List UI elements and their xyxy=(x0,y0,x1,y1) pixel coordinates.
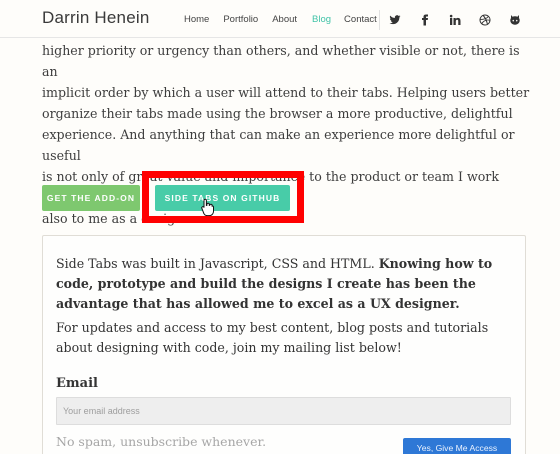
submit-button[interactable]: Yes, Give Me Access xyxy=(403,438,511,454)
card-intro-text: Side Tabs was built in Javascript, CSS a… xyxy=(56,254,506,314)
email-input[interactable] xyxy=(56,397,511,425)
nav-contact-link[interactable]: Contact xyxy=(344,14,377,25)
nav-about-link[interactable]: About xyxy=(272,14,297,25)
main-nav: Home Portfolio About Blog Contact xyxy=(184,14,377,25)
linkedin-icon[interactable] xyxy=(449,14,461,26)
nav-blog-link[interactable]: Blog xyxy=(312,14,331,25)
card-intro-plain: Side Tabs was built in Javascript, CSS a… xyxy=(56,256,379,271)
email-label: Email xyxy=(56,376,98,391)
nav-divider xyxy=(379,10,380,30)
dribbble-icon[interactable] xyxy=(479,14,491,26)
nav-portfolio-link[interactable]: Portfolio xyxy=(223,14,258,25)
twitter-icon[interactable] xyxy=(389,14,401,26)
get-addon-button[interactable]: GET THE ADD-ON xyxy=(42,185,140,211)
nav-home-link[interactable]: Home xyxy=(184,14,209,25)
card-updates-text: For updates and access to my best conten… xyxy=(56,320,489,355)
github-icon[interactable] xyxy=(509,14,521,26)
site-header: Darrin Henein Home Portfolio About Blog … xyxy=(0,0,560,38)
social-links xyxy=(389,11,521,29)
spam-note: No spam, unsubscribe whenever. xyxy=(56,434,267,449)
site-brand[interactable]: Darrin Henein xyxy=(42,8,149,28)
facebook-icon[interactable] xyxy=(419,14,431,26)
side-tabs-github-button[interactable]: SIDE TABS ON GITHUB xyxy=(155,185,290,211)
